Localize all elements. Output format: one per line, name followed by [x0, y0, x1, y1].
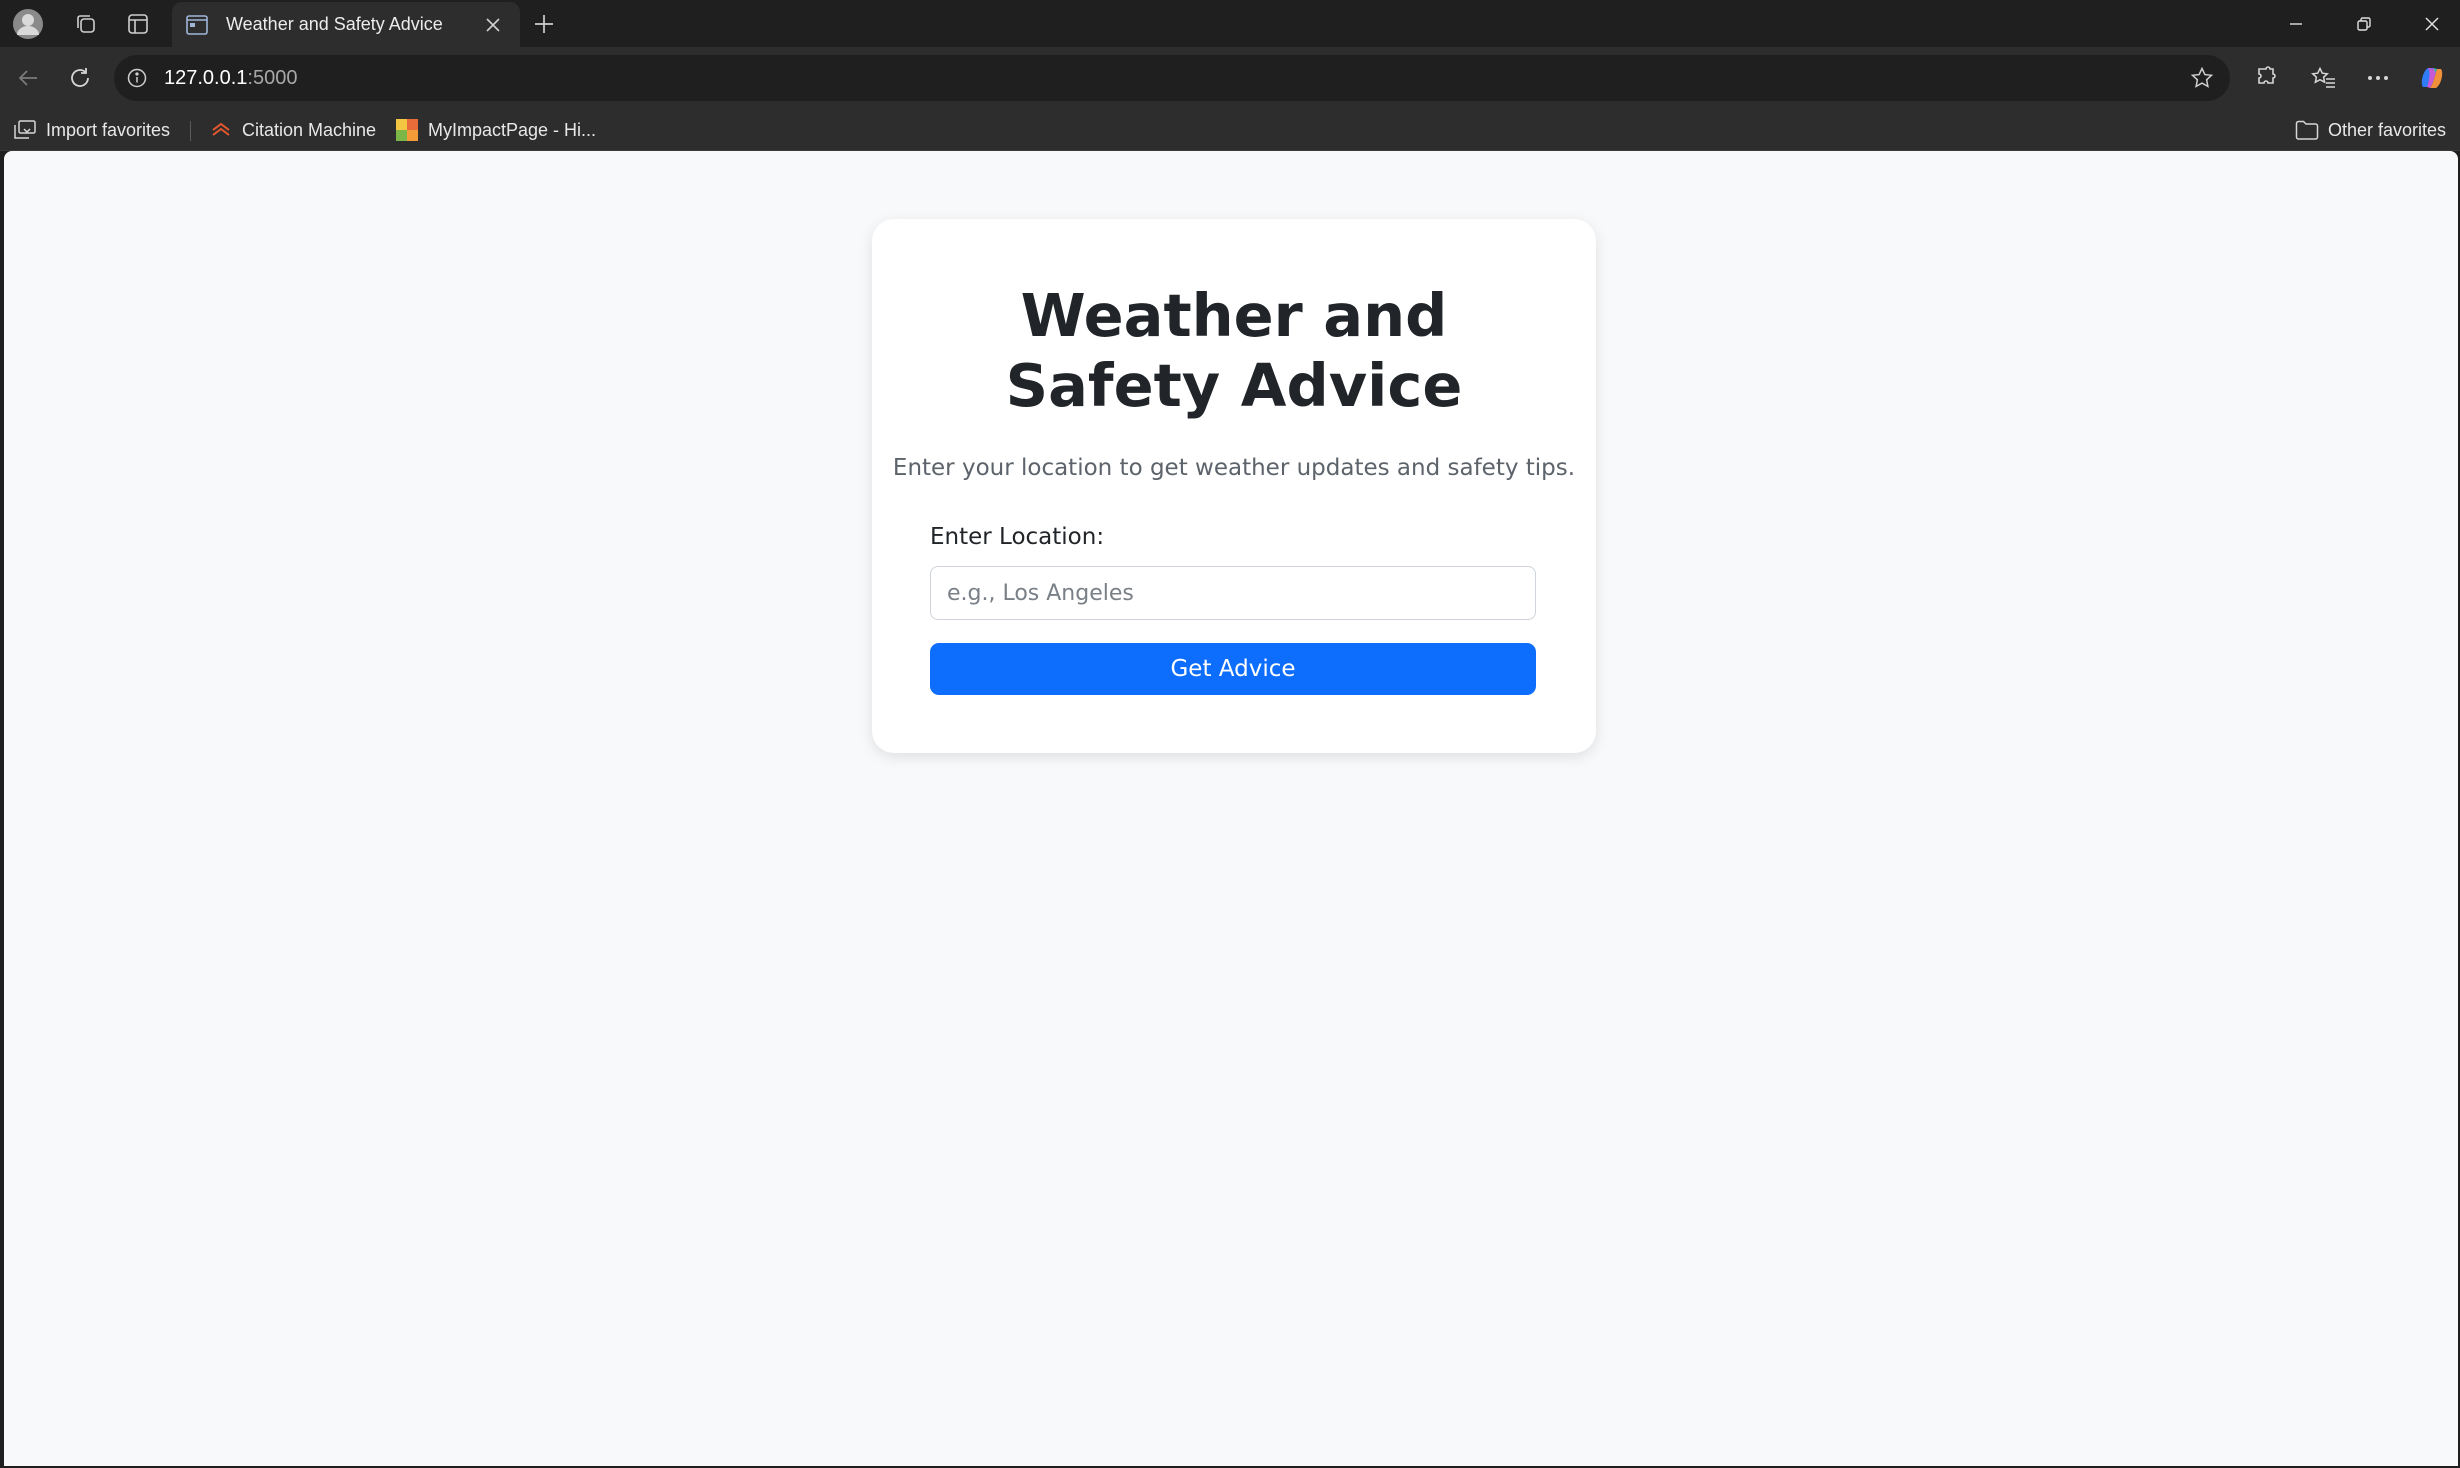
get-advice-button[interactable]: Get Advice: [930, 643, 1536, 695]
restore-icon[interactable]: [2330, 0, 2398, 47]
location-input[interactable]: [930, 566, 1536, 620]
site-info-icon[interactable]: [114, 55, 160, 101]
bookmark-citation-machine[interactable]: Citation Machine: [208, 113, 376, 147]
page-subtitle: Enter your location to get weather updat…: [892, 455, 1576, 481]
tab-actions-icon[interactable]: [116, 2, 160, 46]
close-tab-icon[interactable]: [478, 10, 508, 40]
address-bar[interactable]: 127.0.0.1:5000: [114, 55, 2230, 101]
copilot-icon[interactable]: [2410, 56, 2454, 100]
back-arrow-icon[interactable]: [6, 56, 50, 100]
bookmarks-bar: Import favorites Citation Machine MyImpa…: [0, 109, 2460, 151]
import-icon: [12, 117, 38, 143]
bookmarks-separator: [190, 121, 191, 141]
url-text: 127.0.0.1:5000: [164, 67, 297, 90]
minimize-icon[interactable]: [2262, 0, 2330, 47]
tab-active[interactable]: Weather and Safety Advice: [172, 2, 520, 47]
url-host: 127.0.0.1: [164, 66, 248, 89]
url-port: :5000: [247, 66, 298, 89]
citation-machine-favicon: [208, 117, 234, 143]
add-favorite-star-icon[interactable]: [2186, 62, 2218, 94]
bookmark-other-favorites[interactable]: Other favorites: [2294, 113, 2446, 147]
page-title: Weather and Safety Advice: [1005, 281, 1463, 420]
advice-card: Weather and Safety Advice Enter your loc…: [872, 219, 1596, 753]
page-favicon-icon: [184, 12, 210, 38]
browser-toolbar: 127.0.0.1:5000: [0, 47, 2460, 109]
more-options-icon[interactable]: [2356, 56, 2400, 100]
bookmark-label: Other favorites: [2328, 119, 2447, 140]
myimpactpage-favicon: [394, 117, 420, 143]
favorites-icon[interactable]: [2302, 56, 2346, 100]
bookmark-myimpactpage[interactable]: MyImpactPage - Hi...: [394, 113, 596, 147]
page-viewport: Weather and Safety Advice Enter your loc…: [4, 151, 2458, 1466]
profile-avatar-icon[interactable]: [6, 2, 50, 46]
folder-icon: [2294, 117, 2320, 143]
close-window-icon[interactable]: [2398, 0, 2460, 47]
bookmark-import-favorites[interactable]: Import favorites: [12, 113, 170, 147]
browser-titlebar: Weather and Safety Advice: [0, 0, 2460, 47]
bookmark-label: Citation Machine: [242, 119, 377, 140]
location-label: Enter Location:: [930, 524, 1105, 550]
tab-title: Weather and Safety Advice: [226, 14, 443, 34]
new-tab-icon[interactable]: [522, 2, 566, 46]
extensions-icon[interactable]: [2244, 56, 2288, 100]
bookmark-label: MyImpactPage - Hi...: [428, 119, 597, 140]
reload-icon[interactable]: [58, 56, 102, 100]
workspaces-icon[interactable]: [64, 2, 108, 46]
bookmark-label: Import favorites: [46, 119, 171, 140]
